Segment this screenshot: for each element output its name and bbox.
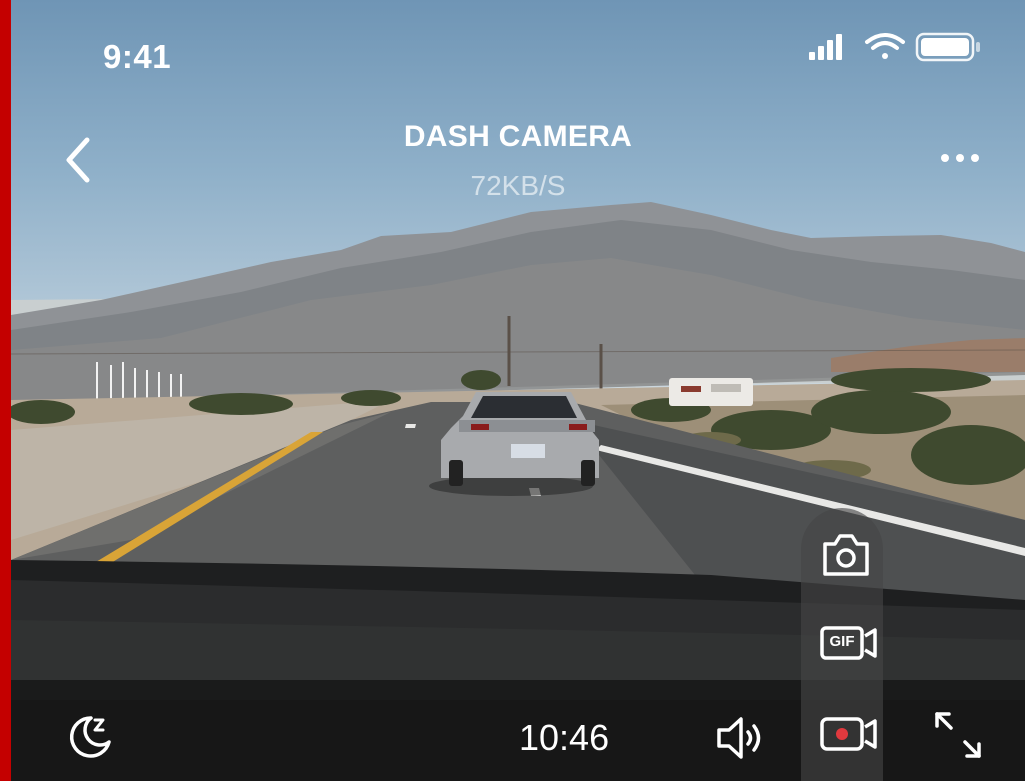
wifi-icon (865, 33, 905, 59)
expand-icon[interactable] (931, 708, 985, 762)
camera-view: 9:41 DASH CAMERA 72KB/S 10:46 GIF (11, 0, 1025, 781)
camera-icon[interactable] (821, 532, 871, 578)
gif-capture-button[interactable]: GIF (819, 622, 879, 664)
left-edge-bar (0, 0, 11, 781)
battery-icon (915, 32, 980, 62)
night-mode-icon[interactable] (65, 712, 115, 762)
status-time: 9:41 (103, 38, 172, 75)
signal-icon (809, 34, 842, 60)
transfer-rate: 72KB/S (470, 170, 566, 201)
gif-label: GIF (829, 633, 855, 650)
status-icons (809, 32, 980, 62)
record-video-icon[interactable] (819, 712, 879, 756)
recording-time: 10:46 (519, 717, 610, 758)
page-title: DASH CAMERA (403, 120, 633, 153)
more-icon[interactable] (935, 140, 985, 176)
volume-icon[interactable] (713, 713, 765, 763)
